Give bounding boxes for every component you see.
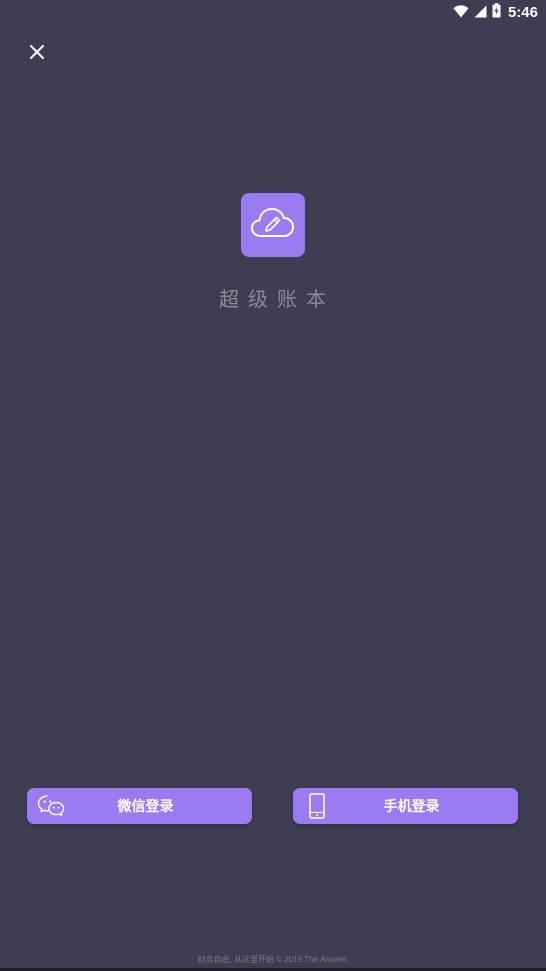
wechat-login-button[interactable]: 微信登录 — [27, 788, 252, 824]
app-logo — [241, 193, 305, 257]
wechat-icon — [37, 793, 65, 819]
wifi-icon — [453, 3, 469, 22]
smartphone-icon — [303, 793, 331, 819]
battery-charging-icon — [492, 2, 501, 22]
close-icon — [30, 44, 44, 63]
status-time: 5:46 — [507, 3, 538, 21]
phone-login-button[interactable]: 手机登录 — [293, 788, 518, 824]
cloud-pencil-icon — [250, 205, 296, 245]
status-icons: 5:46 — [453, 2, 538, 22]
footer-copyright: 财务自由, 从这里开始 © 2019 The Answer. — [197, 955, 349, 964]
app-name: 超级账本 — [219, 287, 335, 311]
close-button[interactable] — [24, 40, 50, 66]
cell-signal-icon — [474, 3, 487, 22]
status-bar: 5:46 — [0, 0, 546, 24]
